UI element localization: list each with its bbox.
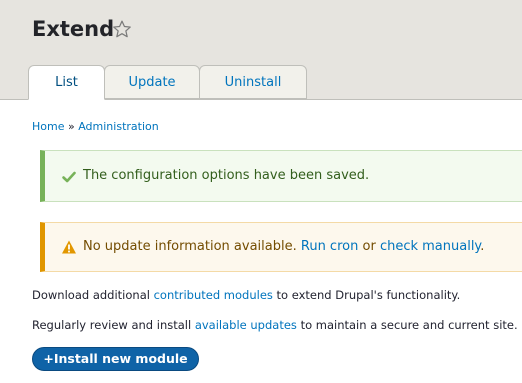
tab-update[interactable]: Update [104,65,200,99]
tab-list[interactable]: List [28,65,105,100]
breadcrumb-separator: » [67,120,75,133]
checkmark-icon [62,171,76,183]
warning-message: No update information available. Run cro… [40,222,522,272]
warning-message-text: No update information available. Run cro… [83,238,484,256]
status-message-text: The configuration options have been save… [83,168,370,183]
review-updates-paragraph: Regularly review and install available u… [32,317,518,333]
warning-prefix: No update information available. [83,239,297,254]
download-modules-paragraph: Download additional contributed modules … [32,287,460,303]
star-icon[interactable] [111,19,133,40]
download-before: Download additional [32,288,150,302]
plus-icon: + [43,351,54,366]
available-updates-link[interactable]: available updates [195,318,297,332]
status-message: The configuration options have been save… [40,150,522,202]
breadcrumb: Home » Administration [32,120,159,134]
download-after: to extend Drupal's functionality. [276,288,461,302]
run-cron-link[interactable]: Run cron [301,239,358,254]
warning-icon [62,240,76,254]
page-title: Extend [32,17,115,41]
check-manually-link[interactable]: check manually [380,239,480,254]
warning-or: or [362,239,376,254]
review-after: to maintain a secure and current site. [300,318,518,332]
breadcrumb-home-link[interactable]: Home [32,120,64,133]
warning-suffix: . [480,239,485,254]
review-before: Regularly review and install [32,318,192,332]
breadcrumb-administration-link[interactable]: Administration [78,120,159,133]
tab-uninstall[interactable]: Uninstall [199,65,307,99]
contributed-modules-link[interactable]: contributed modules [154,288,273,302]
install-new-module-button[interactable]: +Install new module [32,347,199,371]
install-button-label: Install new module [53,351,188,366]
page-header: Extend List Update Uninstall [0,0,522,100]
